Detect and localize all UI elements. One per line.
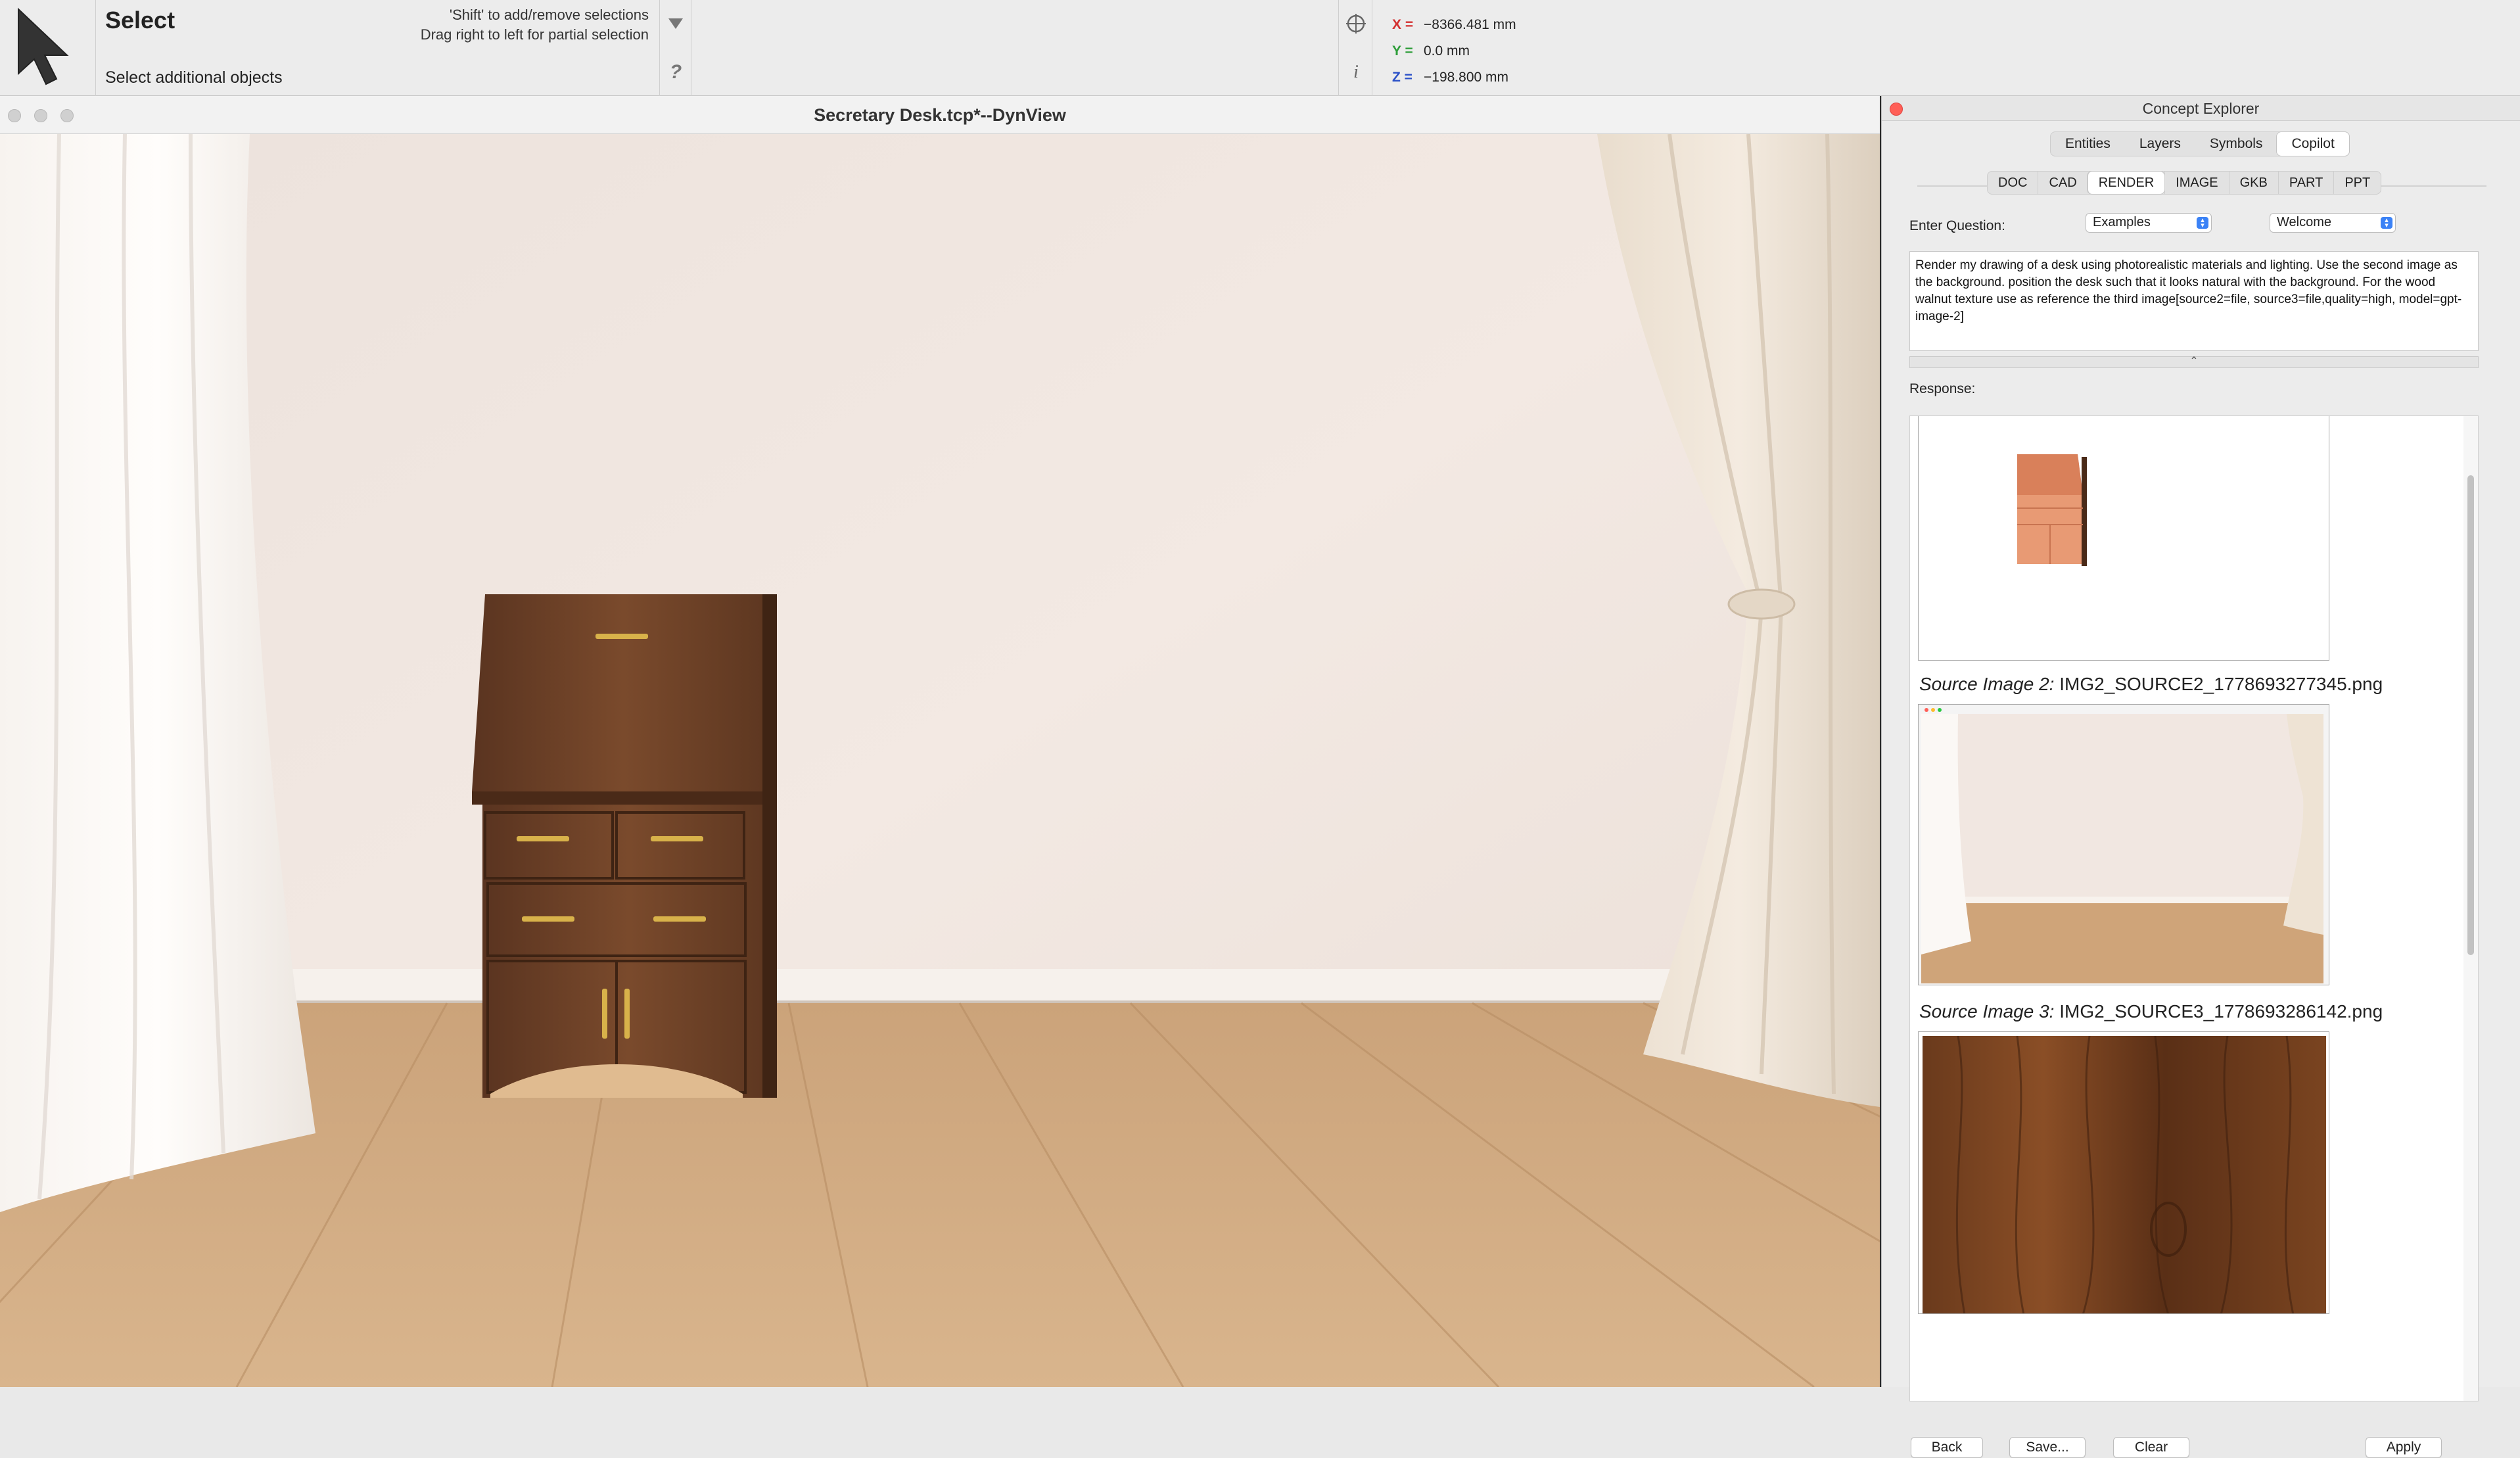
tab-symbols[interactable]: Symbols	[2195, 132, 2277, 156]
tool-title: Select	[105, 7, 175, 34]
snap-controls: i	[1338, 0, 1372, 96]
pane-splitter[interactable]: ⌃	[1909, 356, 2479, 368]
x-coordinate: X = −8366.481 mm	[1392, 12, 1516, 38]
select-arrows-icon: ▴ ▾	[2381, 217, 2392, 229]
subtab-doc[interactable]: DOC	[1988, 172, 2038, 194]
concept-explorer-titlebar[interactable]: Concept Explorer	[1882, 96, 2520, 121]
response-label: Response:	[1909, 381, 1976, 396]
command-toolbar: Select 'Shift' to add/remove selections …	[0, 0, 2520, 96]
response-scrollbar[interactable]	[2463, 416, 2478, 1401]
z-value: −198.800 mm	[1424, 70, 1508, 85]
source-image-2	[1918, 704, 2329, 985]
tool-prompt: Select additional objects	[105, 68, 283, 87]
rendered-room-scene	[0, 134, 1880, 1387]
concept-explorer-title: Concept Explorer	[2142, 100, 2260, 117]
dynview-window: Secretary Desk.tcp*--DynView	[0, 96, 1881, 1387]
response-area[interactable]: Source Image 2: IMG2_SOURCE2_17786932773…	[1909, 415, 2479, 1401]
examples-select[interactable]: Examples ▴ ▾	[2086, 213, 2212, 233]
walnut-texture-thumbnail	[1923, 1035, 2326, 1313]
tool-side-buttons: ?	[660, 0, 691, 96]
z-label: Z =	[1392, 70, 1412, 85]
welcome-select[interactable]: Welcome ▴ ▾	[2270, 213, 2396, 233]
main-tabs: Entities Layers Symbols Copilot	[2050, 131, 2350, 156]
select-tool-icon[interactable]	[0, 0, 96, 96]
clear-button[interactable]: Clear	[2113, 1437, 2189, 1458]
arrow-cursor-icon	[18, 7, 69, 85]
x-label: X =	[1392, 17, 1414, 32]
source-image-3-filename: IMG2_SOURCE3_1778693286142.png	[2059, 1001, 2383, 1022]
tool-hint-shift: 'Shift' to add/remove selections	[449, 7, 649, 23]
concept-explorer-panel: Concept Explorer Entities Layers Symbols…	[1881, 96, 2520, 1458]
tab-copilot[interactable]: Copilot	[2277, 132, 2349, 156]
render-viewport[interactable]	[0, 134, 1880, 1387]
dynview-title: Secretary Desk.tcp*--DynView	[814, 105, 1066, 125]
source-image-3-caption: Source Image 3: IMG2_SOURCE3_17786932861…	[1919, 1001, 2383, 1022]
y-value: 0.0 mm	[1424, 43, 1470, 59]
dropdown-triangle-icon[interactable]	[660, 0, 691, 47]
y-label: Y =	[1392, 43, 1413, 59]
desk-drawing-thumbnail	[1919, 416, 2329, 660]
subtab-part[interactable]: PART	[2277, 172, 2334, 194]
info-icon[interactable]: i	[1339, 49, 1373, 96]
select-arrows-icon: ▴ ▾	[2197, 217, 2208, 229]
tool-hint-drag: Drag right to left for partial selection	[420, 26, 649, 43]
coordinate-readout: X = −8366.481 mm Y = 0.0 mm Z = −198.800 mm	[1392, 12, 1516, 91]
subtab-render[interactable]: RENDER	[2087, 172, 2165, 194]
question-label: Enter Question:	[1909, 218, 2005, 233]
x-value: −8366.481 mm	[1424, 17, 1516, 32]
room-background-thumbnail	[1919, 705, 2329, 985]
source-image-2-filename: IMG2_SOURCE2_1778693277345.png	[2059, 674, 2383, 694]
subtab-cad[interactable]: CAD	[2038, 172, 2087, 194]
source-image-2-prefix: Source Image 2:	[1919, 674, 2055, 694]
back-button[interactable]: Back	[1911, 1437, 1983, 1458]
subtab-image[interactable]: IMAGE	[2164, 172, 2228, 194]
welcome-select-value: Welcome	[2277, 215, 2331, 229]
crosshair-icon[interactable]	[1339, 0, 1373, 47]
apply-button[interactable]: Apply	[2366, 1437, 2442, 1458]
tab-entities[interactable]: Entities	[2051, 132, 2125, 156]
source-image-3	[1918, 1031, 2329, 1314]
source-image-3-prefix: Source Image 3:	[1919, 1001, 2055, 1022]
source-image-1	[1918, 416, 2329, 661]
scrollbar-thumb[interactable]	[2467, 475, 2474, 955]
z-coordinate: Z = −198.800 mm	[1392, 64, 1516, 91]
save-button[interactable]: Save...	[2009, 1437, 2086, 1458]
subtab-ppt[interactable]: PPT	[2333, 172, 2381, 194]
question-input[interactable]: Render my drawing of a desk using photor…	[1909, 251, 2479, 351]
y-coordinate: Y = 0.0 mm	[1392, 38, 1516, 64]
help-icon[interactable]: ?	[660, 49, 691, 96]
examples-select-value: Examples	[2093, 215, 2151, 229]
source-image-2-caption: Source Image 2: IMG2_SOURCE2_17786932773…	[1919, 674, 2383, 695]
tool-info-panel: Select 'Shift' to add/remove selections …	[96, 0, 660, 96]
copilot-subtabs: DOC CAD RENDER IMAGE GKB PART PPT	[1987, 171, 2382, 195]
secretary-desk	[472, 594, 777, 1098]
subtab-gkb[interactable]: GKB	[2228, 172, 2278, 194]
dynview-titlebar[interactable]: Secretary Desk.tcp*--DynView	[0, 96, 1880, 134]
tab-layers[interactable]: Layers	[2125, 132, 2195, 156]
